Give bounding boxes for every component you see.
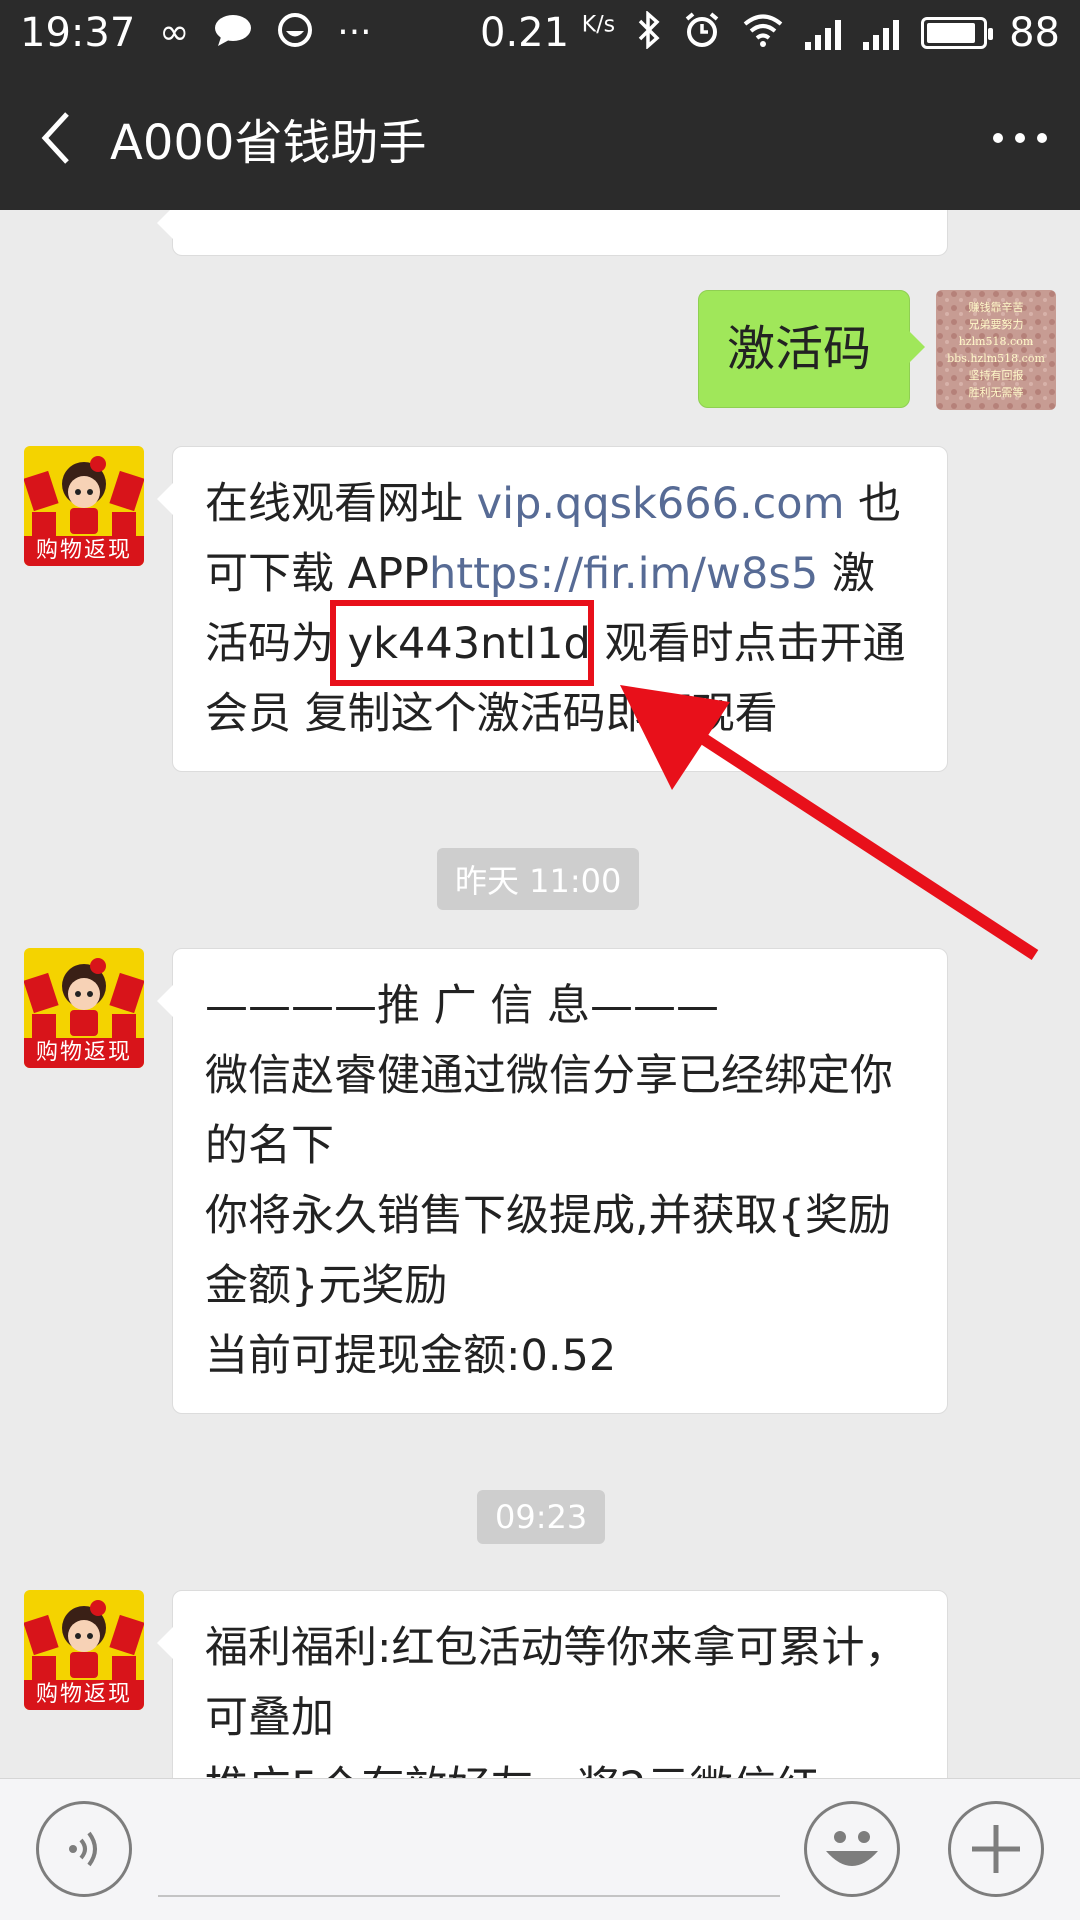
message-line: 你将永久销售下级提成,并获取{奖励金额}元奖励: [205, 1191, 892, 1311]
voice-input-button[interactable]: [36, 1801, 132, 1897]
message-text: 激活码: [727, 321, 872, 377]
back-arrow-icon[interactable]: [0, 66, 110, 210]
timestamp: 昨天 11:00: [437, 848, 640, 910]
status-bar: 19:37 ∞ ··· 0.21 K/s 88: [0, 0, 1080, 66]
wifi-icon: [743, 13, 783, 54]
contact-avatar[interactable]: 购物返现: [24, 948, 144, 1068]
timestamp: 09:23: [477, 1490, 606, 1544]
signal-icon: [805, 16, 842, 50]
signal-icon: [863, 16, 900, 50]
message-link[interactable]: vip.qqsk666.com: [477, 479, 845, 529]
plus-icon: [972, 1825, 1020, 1873]
message-bubble-incoming[interactable]: 福利福利:红包活动等你来拿可累计，可叠加 推广5个有效好友，奖2元微信红: [157, 1590, 948, 1778]
message-bubble-outgoing[interactable]: 激活码: [698, 290, 925, 408]
message-link[interactable]: https://fir.im/w8s5: [429, 549, 818, 599]
avatar-caption-line: 坚持有回报: [968, 369, 1024, 382]
alarm-icon: [683, 11, 721, 56]
self-avatar[interactable]: 赚钱靠辛苦 兄弟要努力 hzlm518.com bbs.hzlm518.com …: [936, 290, 1056, 410]
message-text: 在线观看网址: [205, 479, 477, 529]
avatar-caption: 购物返现: [35, 1040, 132, 1065]
infinity-icon: ∞: [159, 12, 190, 53]
avatar-caption: 购物返现: [35, 538, 132, 563]
message-line: 微信赵睿健通过微信分享已经绑定你的名下: [205, 1051, 893, 1171]
avatar-caption-line: 赚钱靠辛苦: [968, 301, 1024, 314]
emoji-button[interactable]: [804, 1801, 900, 1897]
chat-title: A000省钱助手: [110, 115, 427, 171]
status-time: 19:37: [20, 10, 136, 56]
message-input[interactable]: [158, 1895, 780, 1897]
avatar-caption-line: bbs.hzlm518.com: [947, 352, 1045, 365]
avatar-caption-line: 胜利无需等: [968, 386, 1024, 399]
contact-avatar[interactable]: 购物返现: [24, 446, 144, 566]
contact-avatar[interactable]: 购物返现: [24, 1590, 144, 1710]
activation-code: yk443ntl1d: [347, 619, 591, 669]
ellipsis-icon: ···: [337, 12, 372, 53]
battery-icon: [921, 17, 994, 49]
network-speed: 0.21 K/s: [480, 10, 615, 56]
message-line: 推广5个有效好友，奖2元微信红: [205, 1753, 915, 1778]
message-bubble-incoming[interactable]: 在线观看网址 vip.qqsk666.com 也可下载 APPhttps://f…: [157, 446, 948, 772]
chat-bubble-icon: [213, 13, 253, 54]
network-speed-value: 0.21: [480, 10, 570, 56]
chat-header: A000省钱助手: [0, 66, 1080, 210]
avatar-caption-line: hzlm518.com: [958, 335, 1034, 348]
message-bubble-incoming[interactable]: ————推 广 信 息——— 微信赵睿健通过微信分享已经绑定你的名下 你将永久销…: [157, 948, 948, 1414]
avatar-caption: 购物返现: [35, 1682, 132, 1707]
message-line: 当前可提现金额:0.52: [205, 1331, 617, 1381]
message-line: ————推 广 信 息———: [205, 981, 720, 1031]
wechat-chat-screen: 19:37 ∞ ··· 0.21 K/s 88 A000省钱助手 激活码 赚钱靠…: [0, 0, 1080, 1920]
network-speed-unit: K/s: [581, 12, 616, 38]
message-list[interactable]: 激活码 赚钱靠辛苦 兄弟要努力 hzlm518.com bbs.hzlm518.…: [0, 210, 1080, 1778]
bluetooth-icon: [637, 9, 661, 56]
message-line: 福利福利:红包活动等你来拿可累计，可叠加: [205, 1623, 908, 1743]
battery-percent: 88: [1009, 10, 1060, 56]
message-bubble-partial[interactable]: [157, 210, 948, 256]
voice-icon: [69, 1831, 97, 1867]
emoji-icon: [826, 1831, 878, 1866]
more-options-icon[interactable]: [960, 66, 1080, 210]
avatar-caption-line: 兄弟要努力: [968, 318, 1024, 331]
battery-fill: [927, 23, 975, 43]
input-bar: [0, 1778, 1080, 1920]
more-functions-button[interactable]: [948, 1801, 1044, 1897]
smiley-icon: [277, 12, 313, 55]
